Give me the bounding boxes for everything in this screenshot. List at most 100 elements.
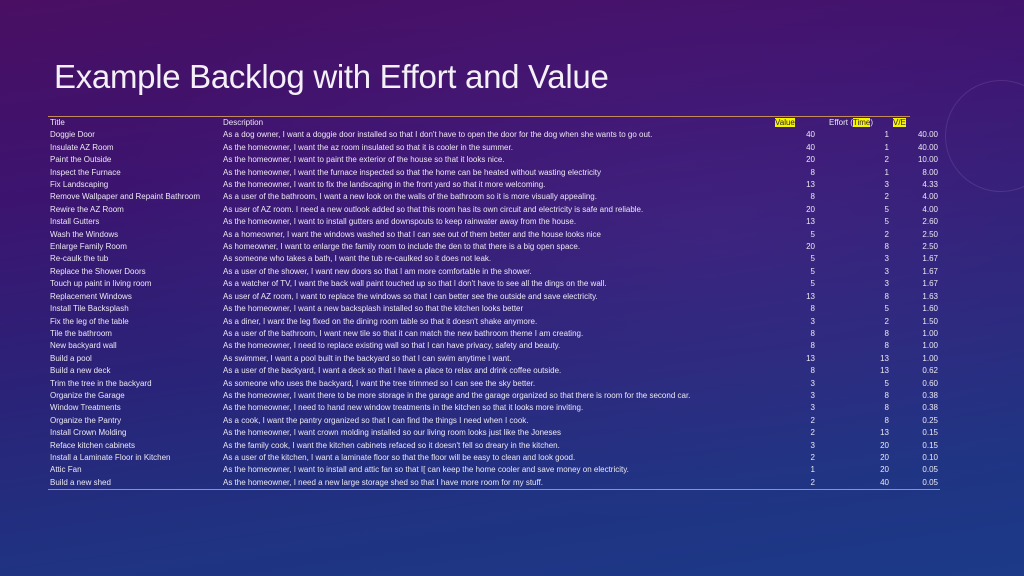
table-row: Rewire the AZ Room As user of AZ room. I … xyxy=(48,204,940,216)
header-effort-highlight: Time xyxy=(852,118,871,127)
row-title: Install a Laminate Floor in Kitchen xyxy=(50,452,171,462)
row-ve: 4.00 xyxy=(922,192,938,202)
row-title: Organize the Pantry xyxy=(50,415,122,425)
row-title: Remove Wallpaper and Repaint Bathroom xyxy=(50,192,201,202)
row-title: Reface kitchen cabinets xyxy=(50,440,135,450)
table-row: Attic Fan As the homeowner, I want to ins… xyxy=(48,464,940,476)
row-description: As the homeowner, I want the furnace ins… xyxy=(223,167,601,177)
table-row: Enlarge Family Room As homeowner, I want … xyxy=(48,241,940,253)
table-row: Doggie Door As a dog owner, I want a dogg… xyxy=(48,129,940,141)
row-description: As a diner, I want the leg fixed on the … xyxy=(223,316,538,326)
row-effort: 13 xyxy=(880,353,889,363)
row-description: As the homeowner, I want to install gutt… xyxy=(223,217,577,227)
row-ve: 2.50 xyxy=(922,229,938,239)
row-title: Replacement Windows xyxy=(50,291,132,301)
header-value-highlight: Value xyxy=(775,118,795,127)
row-value: 40 xyxy=(806,142,815,152)
row-title: Inspect the Furnace xyxy=(50,167,121,177)
row-title: Build a new shed xyxy=(48,476,221,491)
row-ve: 0.15 xyxy=(922,428,938,438)
row-title: Window Treatments xyxy=(50,403,121,413)
row-title: Fix Landscaping xyxy=(50,180,109,190)
table-row: Install Crown Molding As the homeowner, I… xyxy=(48,427,940,439)
row-title: Build a pool xyxy=(50,353,92,363)
row-description: As someone who takes a bath, I want the … xyxy=(223,254,492,264)
row-ve: 0.38 xyxy=(922,403,938,413)
row-ve: 0.60 xyxy=(922,378,938,388)
table-row: Wash the Windows As a homeowner, I want t… xyxy=(48,229,940,241)
row-title: Enlarge Family Room xyxy=(50,242,127,252)
row-ve: 1.67 xyxy=(922,279,938,289)
row-ve: 4.00 xyxy=(922,204,938,214)
row-title: Install Crown Molding xyxy=(50,428,127,438)
table-body: Doggie Door As a dog owner, I want a dogg… xyxy=(48,129,940,491)
row-effort: 1 xyxy=(884,142,889,152)
row-description: As the homeowner, I want to install and … xyxy=(223,465,629,475)
row-effort: 8 xyxy=(884,328,889,338)
row-description: As the homeowner, I want crown molding i… xyxy=(223,428,561,438)
row-description: As a cook, I want the pantry organized s… xyxy=(223,415,529,425)
row-ve: 8.00 xyxy=(922,167,938,177)
row-description: As a dog owner, I want a doggie door ins… xyxy=(223,130,653,140)
table-row: Remove Wallpaper and Repaint Bathroom As … xyxy=(48,191,940,203)
row-value: 3 xyxy=(810,316,815,326)
table-row: Replacement Windows As user of AZ room, I… xyxy=(48,291,940,303)
table-row: Install Gutters As the homeowner, I want … xyxy=(48,216,940,228)
row-title: Replace the Shower Doors xyxy=(50,266,146,276)
table-row: Tile the bathroom As a user of the bathro… xyxy=(48,328,940,340)
row-effort: 13 xyxy=(880,428,889,438)
table-row: Touch up paint in living room As a watche… xyxy=(48,278,940,290)
row-effort: 40 xyxy=(817,476,891,491)
row-effort: 3 xyxy=(884,254,889,264)
row-description: As a homeowner, I want the windows washe… xyxy=(223,229,602,239)
row-value: 5 xyxy=(810,266,815,276)
row-value: 8 xyxy=(810,341,815,351)
table-row: Organize the Garage As the homeowner, I w… xyxy=(48,390,940,402)
row-value: 5 xyxy=(810,254,815,264)
row-effort: 8 xyxy=(884,291,889,301)
row-ve: 2.60 xyxy=(922,217,938,227)
row-description: As the homeowner, I want the az room ins… xyxy=(223,142,513,152)
row-value: 5 xyxy=(810,229,815,239)
row-effort: 13 xyxy=(880,366,889,376)
header-effort-suffix: ) xyxy=(870,118,874,127)
backlog-table-container: Title Description Value Effort (Time) V/… xyxy=(48,116,940,491)
row-ve: 1.00 xyxy=(922,341,938,351)
row-effort: 3 xyxy=(884,279,889,289)
row-effort: 1 xyxy=(884,167,889,177)
table-row: Trim the tree in the backyard As someone … xyxy=(48,378,940,390)
row-value: 3 xyxy=(810,440,815,450)
row-title: Doggie Door xyxy=(50,130,95,140)
row-value: 8 xyxy=(810,167,815,177)
table-row: Organize the Pantry As a cook, I want the… xyxy=(48,415,940,427)
row-description: As the homeowner, I want to paint the ex… xyxy=(223,155,505,165)
row-description: As a user of the bathroom, I want new ti… xyxy=(223,328,584,338)
row-title: Attic Fan xyxy=(50,465,82,475)
row-ve: 0.15 xyxy=(922,440,938,450)
table-row: Install a Laminate Floor in Kitchen As a … xyxy=(48,452,940,464)
row-effort: 2 xyxy=(884,316,889,326)
row-value: 2 xyxy=(810,428,815,438)
row-title: Organize the Garage xyxy=(50,390,125,400)
row-ve: 10.00 xyxy=(917,155,938,165)
row-value: 8 xyxy=(810,328,815,338)
row-description: As the homeowner, I need to hand new win… xyxy=(223,403,584,413)
row-description: As user of AZ room. I need a new outlook… xyxy=(223,204,644,214)
header-ve-highlight: V/E xyxy=(893,118,906,127)
row-title: Rewire the AZ Room xyxy=(50,204,124,214)
table-row: Reface kitchen cabinets As the family coo… xyxy=(48,440,940,452)
row-ve: 1.50 xyxy=(922,316,938,326)
row-effort: 5 xyxy=(884,217,889,227)
row-ve: 0.05 xyxy=(891,476,940,491)
row-value: 2 xyxy=(810,452,815,462)
row-description: As the homeowner, I want there to be mor… xyxy=(223,390,691,400)
row-ve: 40.00 xyxy=(917,130,938,140)
row-value: 5 xyxy=(810,279,815,289)
row-title: New backyard wall xyxy=(50,341,117,351)
row-title: Trim the tree in the backyard xyxy=(50,378,152,388)
row-value: 2 xyxy=(773,476,817,491)
row-value: 13 xyxy=(806,180,815,190)
row-effort: 20 xyxy=(880,452,889,462)
table-row: Fix Landscaping As the homeowner, I want … xyxy=(48,179,940,191)
row-effort: 5 xyxy=(884,204,889,214)
